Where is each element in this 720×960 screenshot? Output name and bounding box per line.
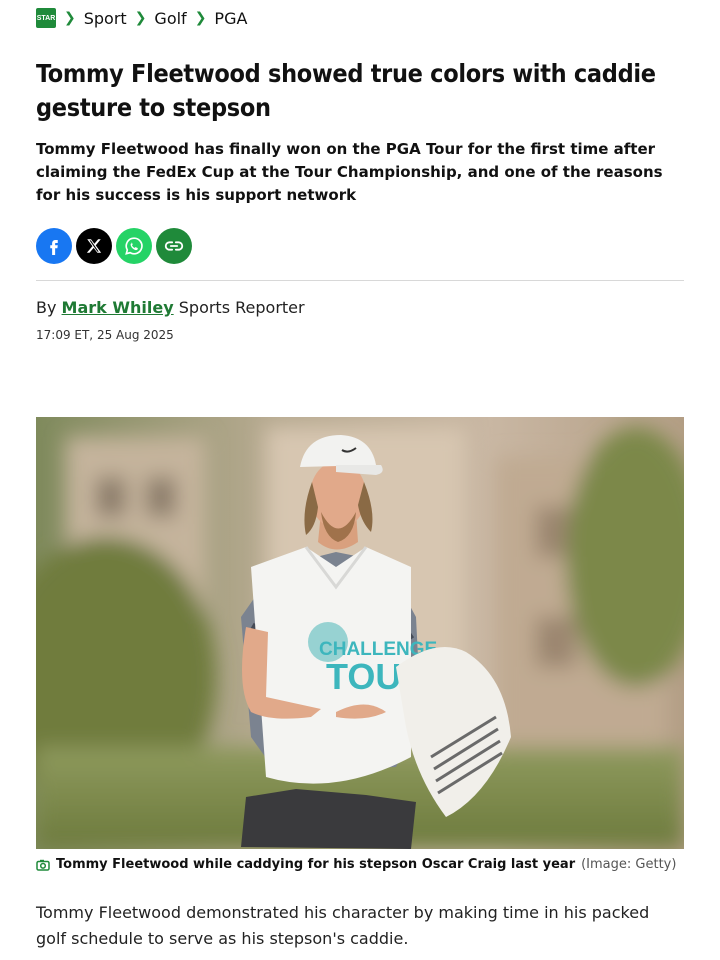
article-photo[interactable]: CHALLENGE TOUR — [36, 417, 684, 849]
image-credit: (Image: Getty) — [581, 857, 677, 872]
byline-prefix: By — [36, 298, 57, 317]
breadcrumb-sport[interactable]: Sport — [84, 9, 127, 28]
facebook-share-button[interactable] — [36, 228, 72, 264]
whatsapp-share-button[interactable] — [116, 228, 152, 264]
share-bar — [36, 228, 192, 264]
chevron-right-icon: ❯ — [194, 10, 207, 26]
photo-illustration: CHALLENGE TOUR — [36, 417, 684, 849]
camera-icon — [36, 859, 50, 871]
publish-timestamp: 17:09 ET, 25 Aug 2025 — [36, 328, 174, 342]
chevron-right-icon: ❯ — [64, 10, 76, 26]
link-icon — [164, 241, 184, 251]
byline: By Mark Whiley Sports Reporter — [36, 298, 305, 317]
photo-caption: Tommy Fleetwood while caddying for his s… — [36, 857, 684, 872]
whatsapp-icon — [125, 237, 143, 255]
author-link[interactable]: Mark Whiley — [62, 298, 174, 317]
caption-text: Tommy Fleetwood while caddying for his s… — [56, 857, 576, 872]
article-standfirst: Tommy Fleetwood has finally won on the P… — [36, 140, 663, 204]
x-share-button[interactable] — [76, 228, 112, 264]
copy-link-button[interactable] — [156, 228, 192, 264]
site-logo[interactable]: STAR — [36, 8, 56, 28]
facebook-icon — [50, 240, 58, 255]
article-body-paragraph: Tommy Fleetwood demonstrated his charact… — [36, 903, 650, 948]
divider — [36, 280, 684, 281]
breadcrumb-golf[interactable]: Golf — [154, 9, 186, 28]
article-headline: Tommy Fleetwood showed true colors with … — [36, 59, 656, 122]
chevron-right-icon: ❯ — [134, 10, 147, 26]
breadcrumb-pga[interactable]: PGA — [214, 9, 247, 28]
breadcrumb: STAR ❯ Sport ❯ Golf ❯ PGA — [36, 6, 247, 30]
x-icon — [86, 239, 102, 253]
author-role: Sports Reporter — [178, 298, 305, 317]
